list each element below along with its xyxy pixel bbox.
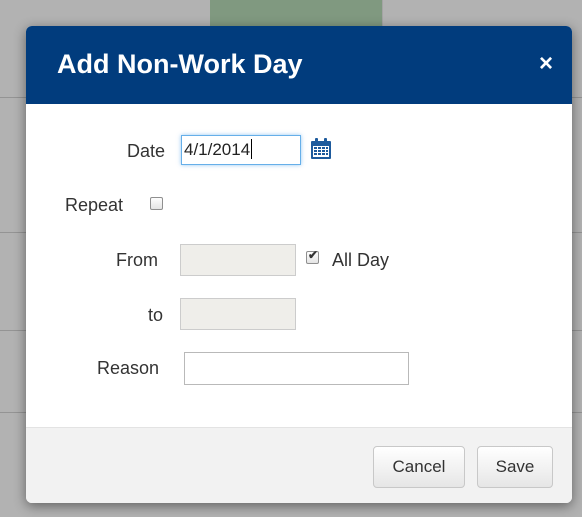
- date-label: Date: [127, 141, 166, 161]
- reason-label: Reason: [97, 358, 160, 378]
- close-button[interactable]: ×: [539, 50, 553, 78]
- text-cursor: [251, 139, 253, 159]
- all-day-checkbox[interactable]: ✔: [306, 248, 319, 264]
- repeat-label: Repeat: [65, 195, 124, 215]
- date-value: 4/1/2014: [184, 140, 251, 159]
- date-input[interactable]: 4/1/2014: [181, 135, 301, 165]
- reason-input[interactable]: [184, 352, 409, 385]
- cancel-button[interactable]: Cancel: [373, 446, 465, 488]
- calendar-icon[interactable]: [309, 137, 333, 161]
- to-label: to: [148, 305, 164, 325]
- repeat-checkbox[interactable]: [150, 197, 163, 210]
- from-time-field: [180, 244, 296, 276]
- all-day-label: All Day: [332, 250, 390, 270]
- dialog-title: Add Non-Work Day: [57, 49, 303, 79]
- from-label: From: [116, 250, 158, 270]
- dialog-header: Add Non-Work Day ×: [26, 26, 572, 104]
- to-time-field: [180, 298, 296, 330]
- add-non-work-day-dialog: Add Non-Work Day × Date 4/1/2014 Repeat …: [26, 26, 572, 503]
- check-icon: ✔: [308, 248, 319, 262]
- save-button[interactable]: Save: [477, 446, 553, 488]
